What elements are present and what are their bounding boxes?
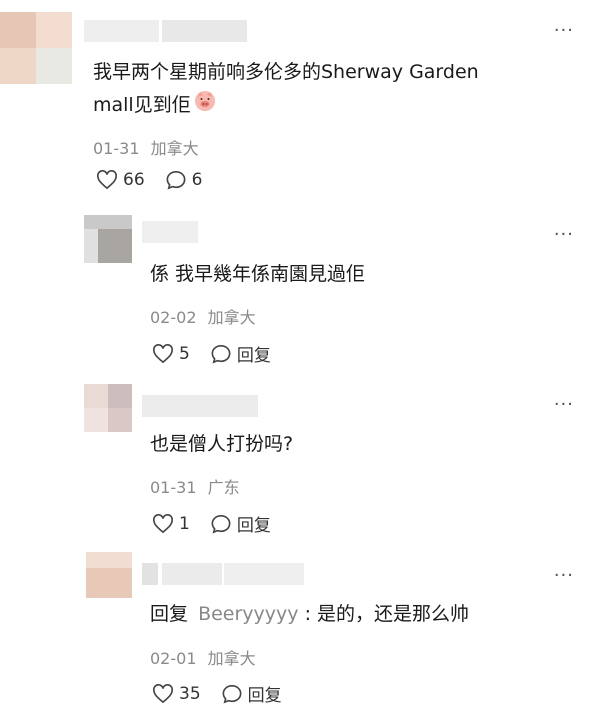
reply-label: 回复: [236, 346, 271, 366]
comment-bubble-icon: [211, 344, 231, 364]
comment-text-line-2: mall见到佢: [93, 94, 191, 116]
username-blurred[interactable]: [142, 563, 307, 585]
reply-count: 6: [191, 170, 203, 190]
like-button[interactable]: 35: [152, 684, 201, 704]
replies-button[interactable]: 6: [165, 170, 203, 190]
avatar[interactable]: [86, 552, 132, 598]
heart-icon: [153, 513, 173, 533]
comment-bubble-icon: [166, 170, 186, 190]
heart-icon: [153, 683, 173, 703]
avatar[interactable]: [0, 12, 72, 84]
comment-text: 係 我早幾年係南園見過佢: [150, 263, 366, 285]
comment-bubble-icon: [222, 684, 242, 704]
heart-icon: [97, 170, 117, 190]
more-options-icon[interactable]: ···: [554, 396, 574, 414]
heart-icon: [153, 343, 173, 363]
comment-date: 02-02: [150, 308, 197, 327]
like-count: 5: [179, 343, 190, 364]
comment-meta: 02-02 加拿大: [150, 304, 256, 328]
comment-location: 加拿大: [207, 308, 256, 327]
reply-button[interactable]: 回复: [221, 681, 282, 706]
pig-face-emoji-icon: [193, 88, 217, 122]
comment-text: 我早两个星期前响多伦多的Sherway Garden mall见到佢: [93, 56, 553, 122]
comment-location: 加拿大: [207, 649, 256, 668]
comment-meta: 01-31 广东: [150, 474, 240, 498]
username-blurred[interactable]: [142, 221, 200, 243]
comment-text-line-1: 我早两个星期前响多伦多的Sherway Garden: [93, 61, 479, 83]
reply-label: 回复: [247, 686, 282, 706]
comment-location: 广东: [207, 478, 240, 497]
comment-date: 02-01: [150, 649, 197, 668]
comment-bubble-icon: [211, 514, 231, 534]
reply-to-username[interactable]: Beeryyyyy: [198, 603, 298, 625]
like-button[interactable]: 1: [152, 514, 190, 534]
comment-actions: 35 回复: [152, 681, 302, 706]
comment-text: 也是僧人打扮吗?: [150, 433, 294, 455]
username-blurred[interactable]: [142, 395, 260, 417]
like-count: 35: [179, 683, 201, 704]
reply-button[interactable]: 回复: [210, 341, 271, 366]
avatar[interactable]: [84, 384, 132, 432]
username-blurred[interactable]: [84, 20, 249, 42]
more-options-icon[interactable]: ···: [554, 226, 574, 244]
like-button[interactable]: 66: [96, 170, 145, 190]
comment-meta: 02-01 加拿大: [150, 645, 256, 669]
comment-text: 回复 Beeryyyyy : 是的，还是那么帅: [150, 598, 469, 630]
like-count: 1: [179, 513, 190, 534]
comment-date: 01-31: [150, 478, 197, 497]
like-button[interactable]: 5: [152, 344, 190, 364]
more-options-icon[interactable]: ···: [554, 567, 574, 585]
comment-location: 加拿大: [150, 139, 199, 158]
reply-button[interactable]: 回复: [210, 511, 271, 536]
comment-actions: 1 回复: [152, 511, 291, 536]
reply-label: 回复: [236, 516, 271, 536]
comment-1: ··· 我早两个星期前响多伦多的Sherway Garden mall见到佢 0…: [0, 0, 600, 210]
more-options-icon[interactable]: ···: [554, 22, 574, 40]
reply-prefix: 回复: [150, 603, 189, 625]
comment-date: 01-31: [93, 139, 140, 158]
reply-body: : 是的，还是那么帅: [304, 603, 470, 625]
comment-actions: 5 回复: [152, 341, 291, 366]
avatar[interactable]: [84, 215, 132, 263]
like-count: 66: [123, 170, 145, 190]
comment-meta: 01-31 加拿大: [93, 135, 199, 159]
comment-actions: 66 6: [96, 170, 222, 190]
